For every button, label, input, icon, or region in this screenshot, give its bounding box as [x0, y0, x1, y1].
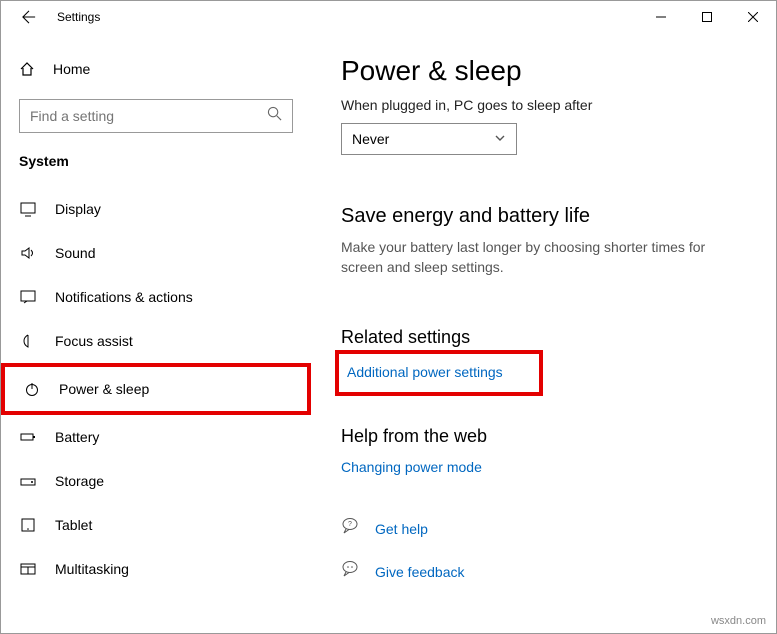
- sidebar-item-label: Multitasking: [55, 561, 129, 577]
- get-help-link[interactable]: Get help: [375, 521, 428, 537]
- search-box[interactable]: [19, 99, 293, 133]
- sound-icon: [19, 245, 37, 261]
- get-help-icon: ?: [341, 517, 359, 540]
- content-pane: Power & sleep When plugged in, PC goes t…: [311, 33, 776, 633]
- sidebar-item-notifications[interactable]: Notifications & actions: [1, 275, 311, 319]
- search-input[interactable]: [30, 108, 267, 124]
- sidebar-item-label: Tablet: [55, 517, 92, 533]
- sidebar-item-power-sleep[interactable]: Power & sleep: [1, 363, 311, 415]
- sidebar-home-label: Home: [53, 61, 90, 77]
- app-title: Settings: [57, 10, 100, 24]
- arrow-left-icon: [22, 10, 36, 24]
- sidebar: Home System Display Sound Notifications …: [1, 33, 311, 633]
- sidebar-item-label: Sound: [55, 245, 95, 261]
- storage-icon: [19, 473, 37, 489]
- page-title: Power & sleep: [341, 55, 746, 87]
- sidebar-item-display[interactable]: Display: [1, 187, 311, 231]
- sidebar-item-tablet[interactable]: Tablet: [1, 503, 311, 547]
- sidebar-item-focus-assist[interactable]: Focus assist: [1, 319, 311, 363]
- maximize-button[interactable]: [684, 1, 730, 33]
- plugged-in-label: When plugged in, PC goes to sleep after: [341, 97, 746, 113]
- sidebar-category: System: [1, 153, 311, 187]
- search-icon: [267, 106, 282, 126]
- back-button[interactable]: [13, 1, 45, 33]
- sidebar-item-label: Storage: [55, 473, 104, 489]
- svg-text:?: ?: [348, 521, 352, 528]
- power-icon: [23, 381, 41, 397]
- give-feedback-link[interactable]: Give feedback: [375, 564, 465, 580]
- focus-assist-icon: [19, 333, 37, 349]
- energy-desc: Make your battery last longer by choosin…: [341, 238, 721, 277]
- sidebar-item-label: Battery: [55, 429, 99, 445]
- multitasking-icon: [19, 561, 37, 577]
- display-icon: [19, 201, 37, 217]
- notifications-icon: [19, 289, 37, 305]
- sleep-time-dropdown[interactable]: Never: [341, 123, 517, 155]
- energy-heading: Save energy and battery life: [341, 205, 746, 228]
- related-heading: Related settings: [341, 327, 746, 348]
- titlebar: Settings: [1, 1, 776, 33]
- additional-power-settings-box: Additional power settings: [335, 350, 543, 396]
- changing-power-mode-link[interactable]: Changing power mode: [341, 459, 482, 475]
- sidebar-item-sound[interactable]: Sound: [1, 231, 311, 275]
- sidebar-item-label: Notifications & actions: [55, 289, 193, 305]
- window-controls: [638, 1, 776, 33]
- dropdown-value: Never: [352, 131, 389, 147]
- watermark: wsxdn.com: [711, 615, 766, 627]
- chevron-down-icon: [494, 131, 506, 147]
- feedback-icon: [341, 560, 359, 583]
- web-help-heading: Help from the web: [341, 426, 746, 447]
- home-icon: [19, 61, 35, 77]
- give-feedback-row[interactable]: Give feedback: [341, 550, 746, 593]
- minimize-button[interactable]: [638, 1, 684, 33]
- get-help-row[interactable]: ? Get help: [341, 507, 746, 550]
- sidebar-home[interactable]: Home: [1, 53, 311, 85]
- additional-power-settings-link[interactable]: Additional power settings: [347, 364, 503, 380]
- close-button[interactable]: [730, 1, 776, 33]
- sidebar-item-label: Power & sleep: [59, 381, 149, 397]
- sidebar-item-label: Display: [55, 201, 101, 217]
- battery-icon: [19, 429, 37, 445]
- tablet-icon: [19, 517, 37, 533]
- sidebar-item-storage[interactable]: Storage: [1, 459, 311, 503]
- sidebar-item-multitasking[interactable]: Multitasking: [1, 547, 311, 591]
- sidebar-item-label: Focus assist: [55, 333, 133, 349]
- sidebar-item-battery[interactable]: Battery: [1, 415, 311, 459]
